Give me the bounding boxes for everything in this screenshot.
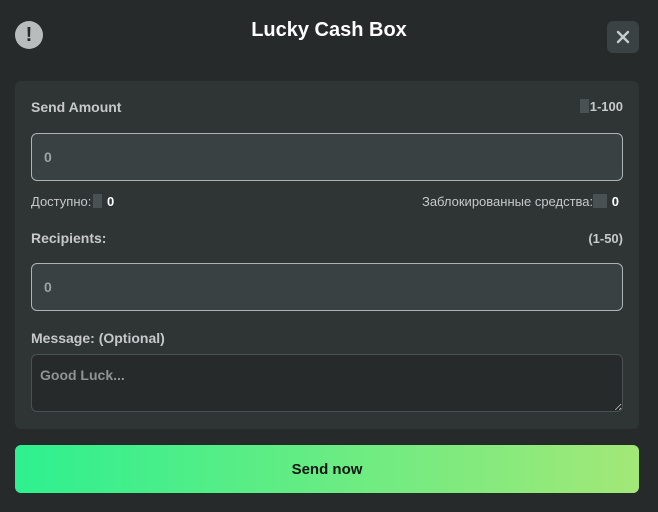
send-now-button[interactable]: Send now: [15, 445, 639, 493]
send-amount-range: 1-100: [579, 99, 623, 114]
send-amount-label: Send Amount: [31, 99, 122, 115]
recipients-input[interactable]: [31, 263, 623, 311]
send-amount-input[interactable]: [31, 133, 623, 181]
message-label: Message: (Optional): [31, 330, 165, 346]
form-panel: Send Amount 1-100 Доступно: 0 Заблокиров…: [15, 81, 639, 429]
message-textarea[interactable]: [31, 354, 623, 412]
available-label: Доступно:: [31, 194, 92, 209]
recipients-label: Recipients:: [31, 230, 107, 246]
send-amount-range-text: 1-100: [589, 99, 623, 114]
available-value: 0: [106, 194, 115, 209]
recipients-range: (1-50): [588, 231, 623, 246]
coin-icon: [93, 194, 103, 208]
modal-title: Lucky Cash Box: [251, 19, 407, 41]
close-icon: [616, 30, 630, 44]
available-balance: Доступно: 0: [31, 194, 114, 209]
close-button[interactable]: [607, 21, 639, 53]
blocked-balance: Заблокированные средства: 0: [422, 194, 619, 209]
blocked-value: 0: [611, 194, 619, 209]
coin-icon: [579, 99, 589, 113]
modal-header: ! Lucky Cash Box: [0, 0, 658, 64]
blocked-label: Заблокированные средства:: [421, 194, 594, 209]
coin-icon: [593, 194, 608, 208]
